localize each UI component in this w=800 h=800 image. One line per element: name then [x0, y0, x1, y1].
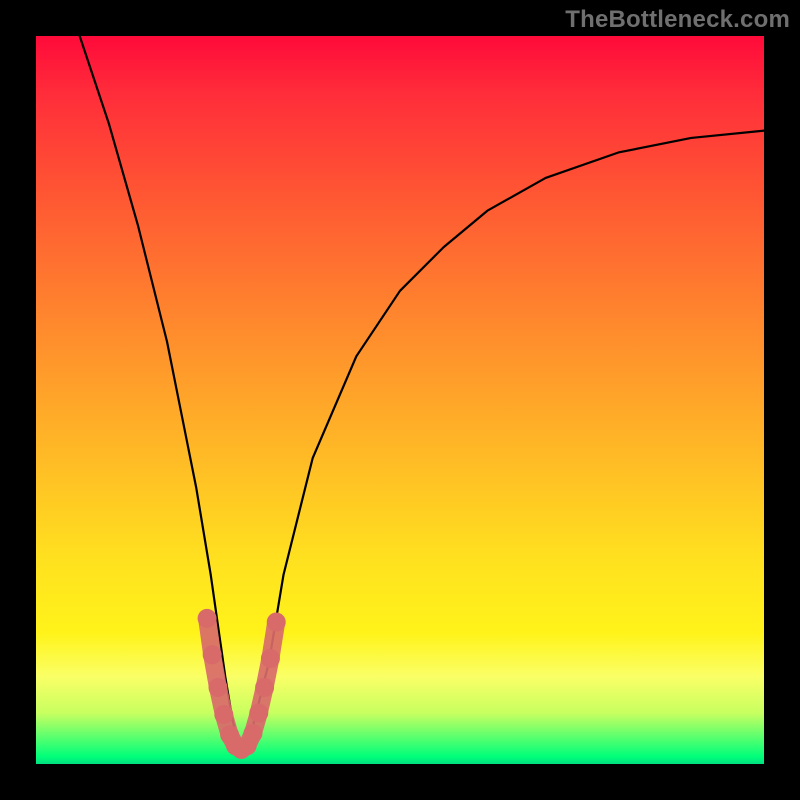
chart-frame: TheBottleneck.com	[0, 0, 800, 800]
bottleneck-curve	[80, 36, 764, 749]
highlight-dots	[198, 609, 286, 759]
attribution-text: TheBottleneck.com	[565, 6, 790, 34]
curve-layer	[36, 36, 764, 764]
plot-area	[36, 36, 764, 764]
